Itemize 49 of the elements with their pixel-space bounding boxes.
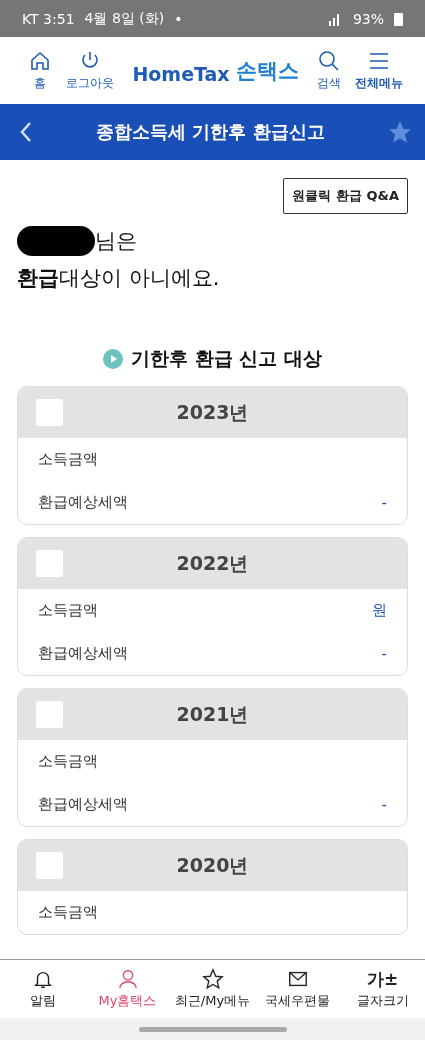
menu-button[interactable]: 전체메뉴 — [355, 49, 403, 92]
qa-button[interactable]: 원클릭 환급 Q&A — [283, 178, 408, 214]
power-button[interactable]: 로그아웃 — [66, 49, 114, 92]
font-size-icon: 가± — [366, 968, 399, 990]
row-label: 소득금액 — [38, 450, 98, 469]
status-time: KT 3:51 — [22, 10, 75, 27]
favorite-button[interactable] — [387, 119, 413, 145]
search-button[interactable]: 검색 — [317, 49, 341, 92]
home-button[interactable]: 홈 — [28, 49, 52, 92]
year-title: 2021년 — [175, 701, 250, 727]
checkbox[interactable] — [36, 550, 63, 577]
logo-subtitle: 손택스 — [235, 57, 299, 85]
row-value: 원 — [372, 601, 387, 620]
row-label: 소득금액 — [38, 752, 98, 771]
person-icon — [116, 968, 139, 990]
row-label: 환급예상세액 — [38, 795, 128, 814]
year-title: 2022년 — [175, 550, 250, 576]
year-title: 2023년 — [175, 399, 250, 425]
row-label: 환급예상세액 — [38, 493, 128, 512]
nav-tab[interactable]: 최근/My메뉴 — [170, 968, 255, 1010]
checkbox[interactable] — [36, 399, 63, 426]
page-title: 종합소득세 기한후 환급신고 — [95, 120, 326, 144]
row-value: - — [381, 644, 387, 663]
status-dot: • — [174, 10, 183, 27]
status-date: 4월 8일 (화) — [84, 9, 165, 28]
refund-message: 환급대상이 아니에요. — [17, 265, 221, 292]
row-label: 소득금액 — [38, 601, 98, 620]
play-icon — [103, 349, 124, 369]
greeting-text: 님은 — [95, 228, 137, 255]
home-icon — [28, 49, 52, 73]
battery-level: 93% — [352, 10, 384, 27]
row-label: 환급예상세액 — [38, 644, 128, 663]
gesture-handle[interactable] — [138, 1026, 287, 1032]
nav-tab[interactable]: 국세우편물 — [255, 968, 340, 1010]
section-title: 기한후 환급 신고 대상 — [131, 346, 322, 371]
checkbox[interactable] — [36, 852, 63, 879]
row-label: 소득금액 — [38, 903, 98, 922]
back-button[interactable] — [18, 120, 34, 144]
row-value: - — [381, 493, 387, 512]
nav-tab[interactable]: My홈택스 — [85, 968, 170, 1010]
star-icon — [201, 968, 224, 990]
year-title: 2020년 — [175, 852, 250, 878]
nav-tab[interactable]: 알림 — [0, 968, 85, 1010]
nav-tab[interactable]: 가± 글자크기 — [340, 968, 425, 1010]
battery-icon — [394, 11, 403, 26]
logo-text: HomeTax — [132, 62, 230, 85]
row-value: - — [381, 795, 387, 814]
checkbox[interactable] — [36, 701, 63, 728]
search-icon — [317, 49, 341, 73]
